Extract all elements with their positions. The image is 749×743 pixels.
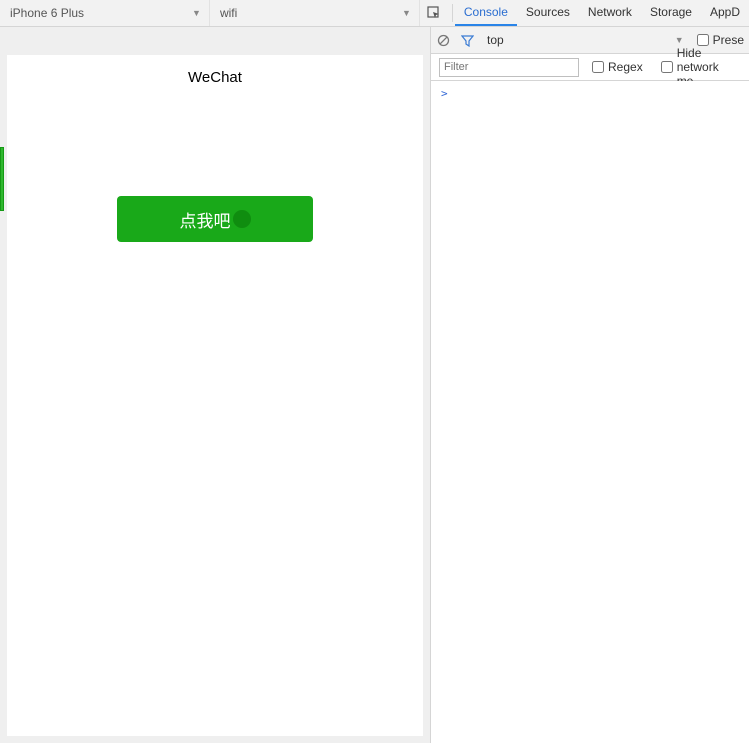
clear-console-icon[interactable] <box>431 27 455 53</box>
filter-icon[interactable] <box>455 27 479 53</box>
chevron-down-icon: ▼ <box>675 35 684 45</box>
chevron-down-icon: ▼ <box>402 8 411 18</box>
tab-console[interactable]: Console <box>455 0 517 26</box>
regex-checkbox[interactable]: Regex <box>587 60 648 74</box>
devtools-tabs: Console Sources Network Storage AppD <box>455 0 749 26</box>
page-title: WeChat <box>7 55 423 100</box>
preserve-log-checkbox[interactable]: Prese <box>692 33 749 47</box>
tab-network[interactable]: Network <box>579 0 641 26</box>
tab-indicator <box>0 147 4 211</box>
devtools-pane: top ▼ Prese Regex Hide network me <box>431 27 749 743</box>
console-prompt: > <box>441 87 448 100</box>
tab-storage[interactable]: Storage <box>641 0 701 26</box>
context-label: top <box>487 33 504 47</box>
top-toolbar: iPhone 6 Plus ▼ wifi ▼ Console Sources N… <box>0 0 749 27</box>
tab-sources[interactable]: Sources <box>517 0 579 26</box>
console-body[interactable]: > <box>431 81 749 743</box>
regex-label: Regex <box>608 60 643 74</box>
primary-button-label: 点我吧 <box>180 207 231 232</box>
context-dropdown[interactable]: top ▼ <box>479 33 692 47</box>
loading-dot-icon <box>233 210 251 228</box>
device-dropdown[interactable]: iPhone 6 Plus ▼ <box>0 0 210 26</box>
simulator-pane: WeChat 点我吧 <box>0 27 431 743</box>
preserve-log-label: Prese <box>713 33 744 47</box>
chevron-down-icon: ▼ <box>192 8 201 18</box>
primary-button[interactable]: 点我吧 <box>117 196 313 242</box>
preserve-log-input[interactable] <box>697 34 709 46</box>
tab-appdata[interactable]: AppD <box>701 0 749 26</box>
console-filterbar: Regex Hide network me <box>431 54 749 81</box>
filter-input[interactable] <box>439 58 579 77</box>
separator <box>452 4 453 22</box>
regex-input[interactable] <box>592 61 604 73</box>
network-dropdown[interactable]: wifi ▼ <box>210 0 420 26</box>
device-frame: WeChat 点我吧 <box>7 55 423 736</box>
inspect-icon[interactable] <box>420 0 450 26</box>
device-label: iPhone 6 Plus <box>10 6 84 20</box>
simulator-header <box>0 27 430 55</box>
hide-network-input[interactable] <box>661 61 673 73</box>
network-label: wifi <box>220 6 237 20</box>
